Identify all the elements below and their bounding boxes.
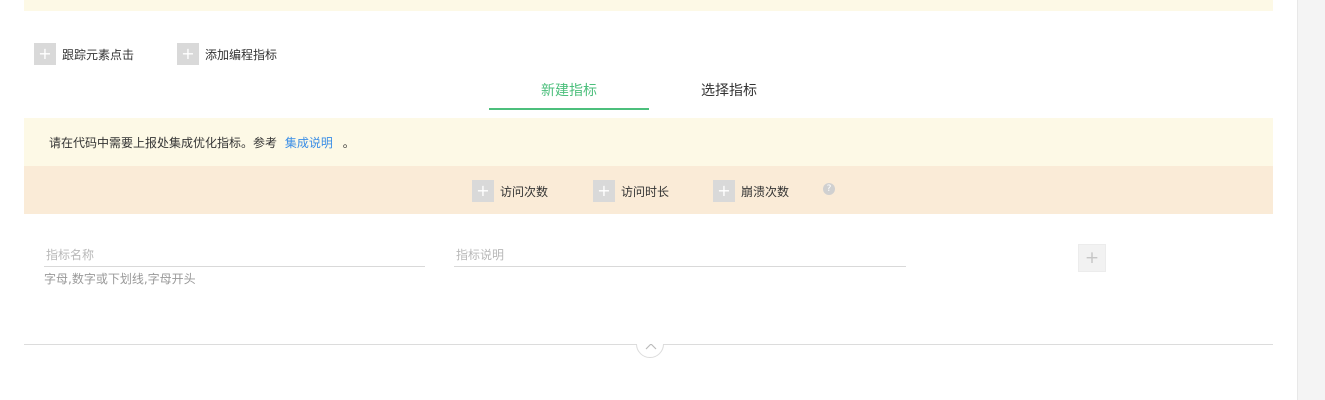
metric-name-input[interactable] — [44, 245, 427, 265]
integration-notice: 请在代码中需要上报处集成优化指标。参考 集成说明 。 — [24, 118, 1273, 166]
plus-icon: + — [177, 43, 199, 65]
collapse-button[interactable] — [636, 344, 664, 358]
question-circle-icon[interactable]: ? — [823, 183, 835, 195]
metric-description-field — [454, 244, 908, 267]
notice-suffix: 。 — [342, 136, 355, 150]
notice-text: 请在代码中需要上报处集成优化指标。参考 — [49, 136, 278, 150]
preset-visit-duration[interactable]: + 访问时长 — [593, 180, 669, 202]
plus-icon: + — [593, 180, 615, 202]
metric-name-hint: 字母,数字或下划线,字母开头 — [44, 272, 196, 286]
add-program-metric-label: 添加编程指标 — [205, 47, 278, 62]
metric-description-input[interactable] — [454, 245, 908, 265]
preset-label: 崩溃次数 — [741, 184, 790, 199]
plus-icon: + — [713, 180, 735, 202]
metric-name-field — [44, 244, 427, 267]
preset-crash-count[interactable]: + 崩溃次数 — [713, 180, 789, 202]
integration-guide-link[interactable]: 集成说明 — [285, 136, 333, 150]
tab-select-metric[interactable]: 选择指标 — [649, 78, 809, 108]
track-element-click-button[interactable]: + 跟踪元素点击 — [34, 43, 134, 65]
plus-icon: + — [472, 180, 494, 202]
preset-metrics-bar: + 访问次数 + 访问时长 + 崩溃次数 ? — [24, 166, 1273, 214]
add-program-metric-button[interactable]: + 添加编程指标 — [177, 43, 277, 65]
top-banner — [24, 0, 1273, 11]
preset-label: 访问次数 — [500, 184, 549, 199]
chevron-up-icon — [645, 344, 657, 350]
scrollbar-track[interactable] — [1297, 0, 1325, 400]
metric-tabs: 新建指标 选择指标 — [24, 78, 1273, 119]
add-metric-button[interactable]: + — [1078, 244, 1106, 272]
plus-icon: + — [34, 43, 56, 65]
preset-label: 访问时长 — [621, 184, 670, 199]
tab-new-metric[interactable]: 新建指标 — [489, 78, 649, 110]
preset-visit-count[interactable]: + 访问次数 — [472, 180, 548, 202]
track-element-click-label: 跟踪元素点击 — [62, 47, 135, 62]
